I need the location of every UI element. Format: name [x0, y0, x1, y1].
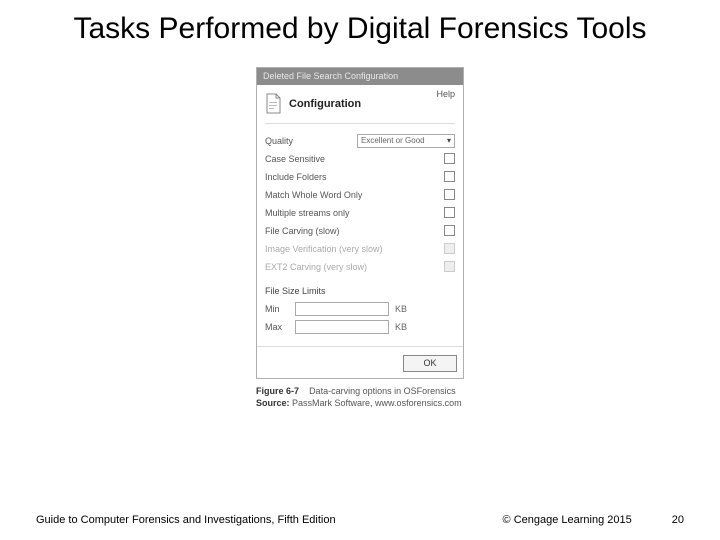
include-folders-checkbox[interactable] — [444, 171, 455, 182]
min-size-row: Min KB — [265, 300, 455, 318]
dialog-titlebar: Deleted File Search Configuration — [257, 68, 463, 85]
case-sensitive-row: Case Sensitive — [265, 150, 455, 168]
match-whole-word-row: Match Whole Word Only — [265, 186, 455, 204]
max-input[interactable] — [295, 320, 389, 334]
file-carving-checkbox[interactable] — [444, 225, 455, 236]
match-whole-word-checkbox[interactable] — [444, 189, 455, 200]
case-sensitive-label: Case Sensitive — [265, 154, 325, 164]
chevron-down-icon: ▾ — [447, 136, 451, 145]
file-carving-label: File Carving (slow) — [265, 226, 340, 236]
figure-text: Data-carving options in OSForensics — [309, 386, 456, 396]
ext2-carving-label: EXT2 Carving (very slow) — [265, 262, 367, 272]
match-whole-word-label: Match Whole Word Only — [265, 190, 362, 200]
ext2-carving-row: EXT2 Carving (very slow) — [265, 258, 455, 276]
footer-copyright: © Cengage Learning 2015 — [503, 514, 632, 526]
help-link[interactable]: Help — [436, 89, 455, 99]
file-carving-row: File Carving (slow) — [265, 222, 455, 240]
size-limits-label: File Size Limits — [265, 286, 455, 296]
quality-row: Quality Excellent or Good ▾ — [265, 132, 455, 150]
slide-footer: Guide to Computer Forensics and Investig… — [0, 514, 720, 526]
config-dialog: Deleted File Search Configuration Help C… — [256, 67, 464, 379]
source-text: PassMark Software, www.osforensics.com — [292, 398, 462, 408]
multiple-streams-label: Multiple streams only — [265, 208, 350, 218]
include-folders-label: Include Folders — [265, 172, 327, 182]
min-input[interactable] — [295, 302, 389, 316]
dialog-body: Help Configuration Quality Excellent — [257, 85, 463, 378]
max-size-row: Max KB — [265, 318, 455, 336]
config-heading: Configuration — [289, 98, 361, 110]
image-verify-row: Image Verification (very slow) — [265, 240, 455, 258]
quality-select[interactable]: Excellent or Good ▾ — [357, 134, 455, 148]
max-label: Max — [265, 322, 289, 332]
dialog-buttons: OK — [257, 346, 463, 378]
page-number: 20 — [672, 514, 684, 526]
figure-area: Deleted File Search Configuration Help C… — [0, 67, 720, 409]
figure-caption: Figure 6-7 Data-carving options in OSFor… — [256, 385, 464, 409]
slide-title: Tasks Performed by Digital Forensics Too… — [0, 0, 720, 53]
multiple-streams-row: Multiple streams only — [265, 204, 455, 222]
config-header: Configuration — [265, 91, 455, 124]
source-label: Source: — [256, 398, 290, 408]
case-sensitive-checkbox[interactable] — [444, 153, 455, 164]
ext2-carving-checkbox — [444, 261, 455, 272]
figure-number: Figure 6-7 — [256, 386, 299, 396]
image-verify-checkbox — [444, 243, 455, 254]
quality-value: Excellent or Good — [361, 136, 425, 145]
min-label: Min — [265, 304, 289, 314]
document-icon — [265, 93, 283, 115]
footer-left: Guide to Computer Forensics and Investig… — [36, 514, 503, 526]
ok-button[interactable]: OK — [403, 355, 457, 372]
include-folders-row: Include Folders — [265, 168, 455, 186]
multiple-streams-checkbox[interactable] — [444, 207, 455, 218]
min-unit: KB — [395, 304, 415, 314]
max-unit: KB — [395, 322, 415, 332]
quality-label: Quality — [265, 136, 293, 146]
image-verify-label: Image Verification (very slow) — [265, 244, 383, 254]
